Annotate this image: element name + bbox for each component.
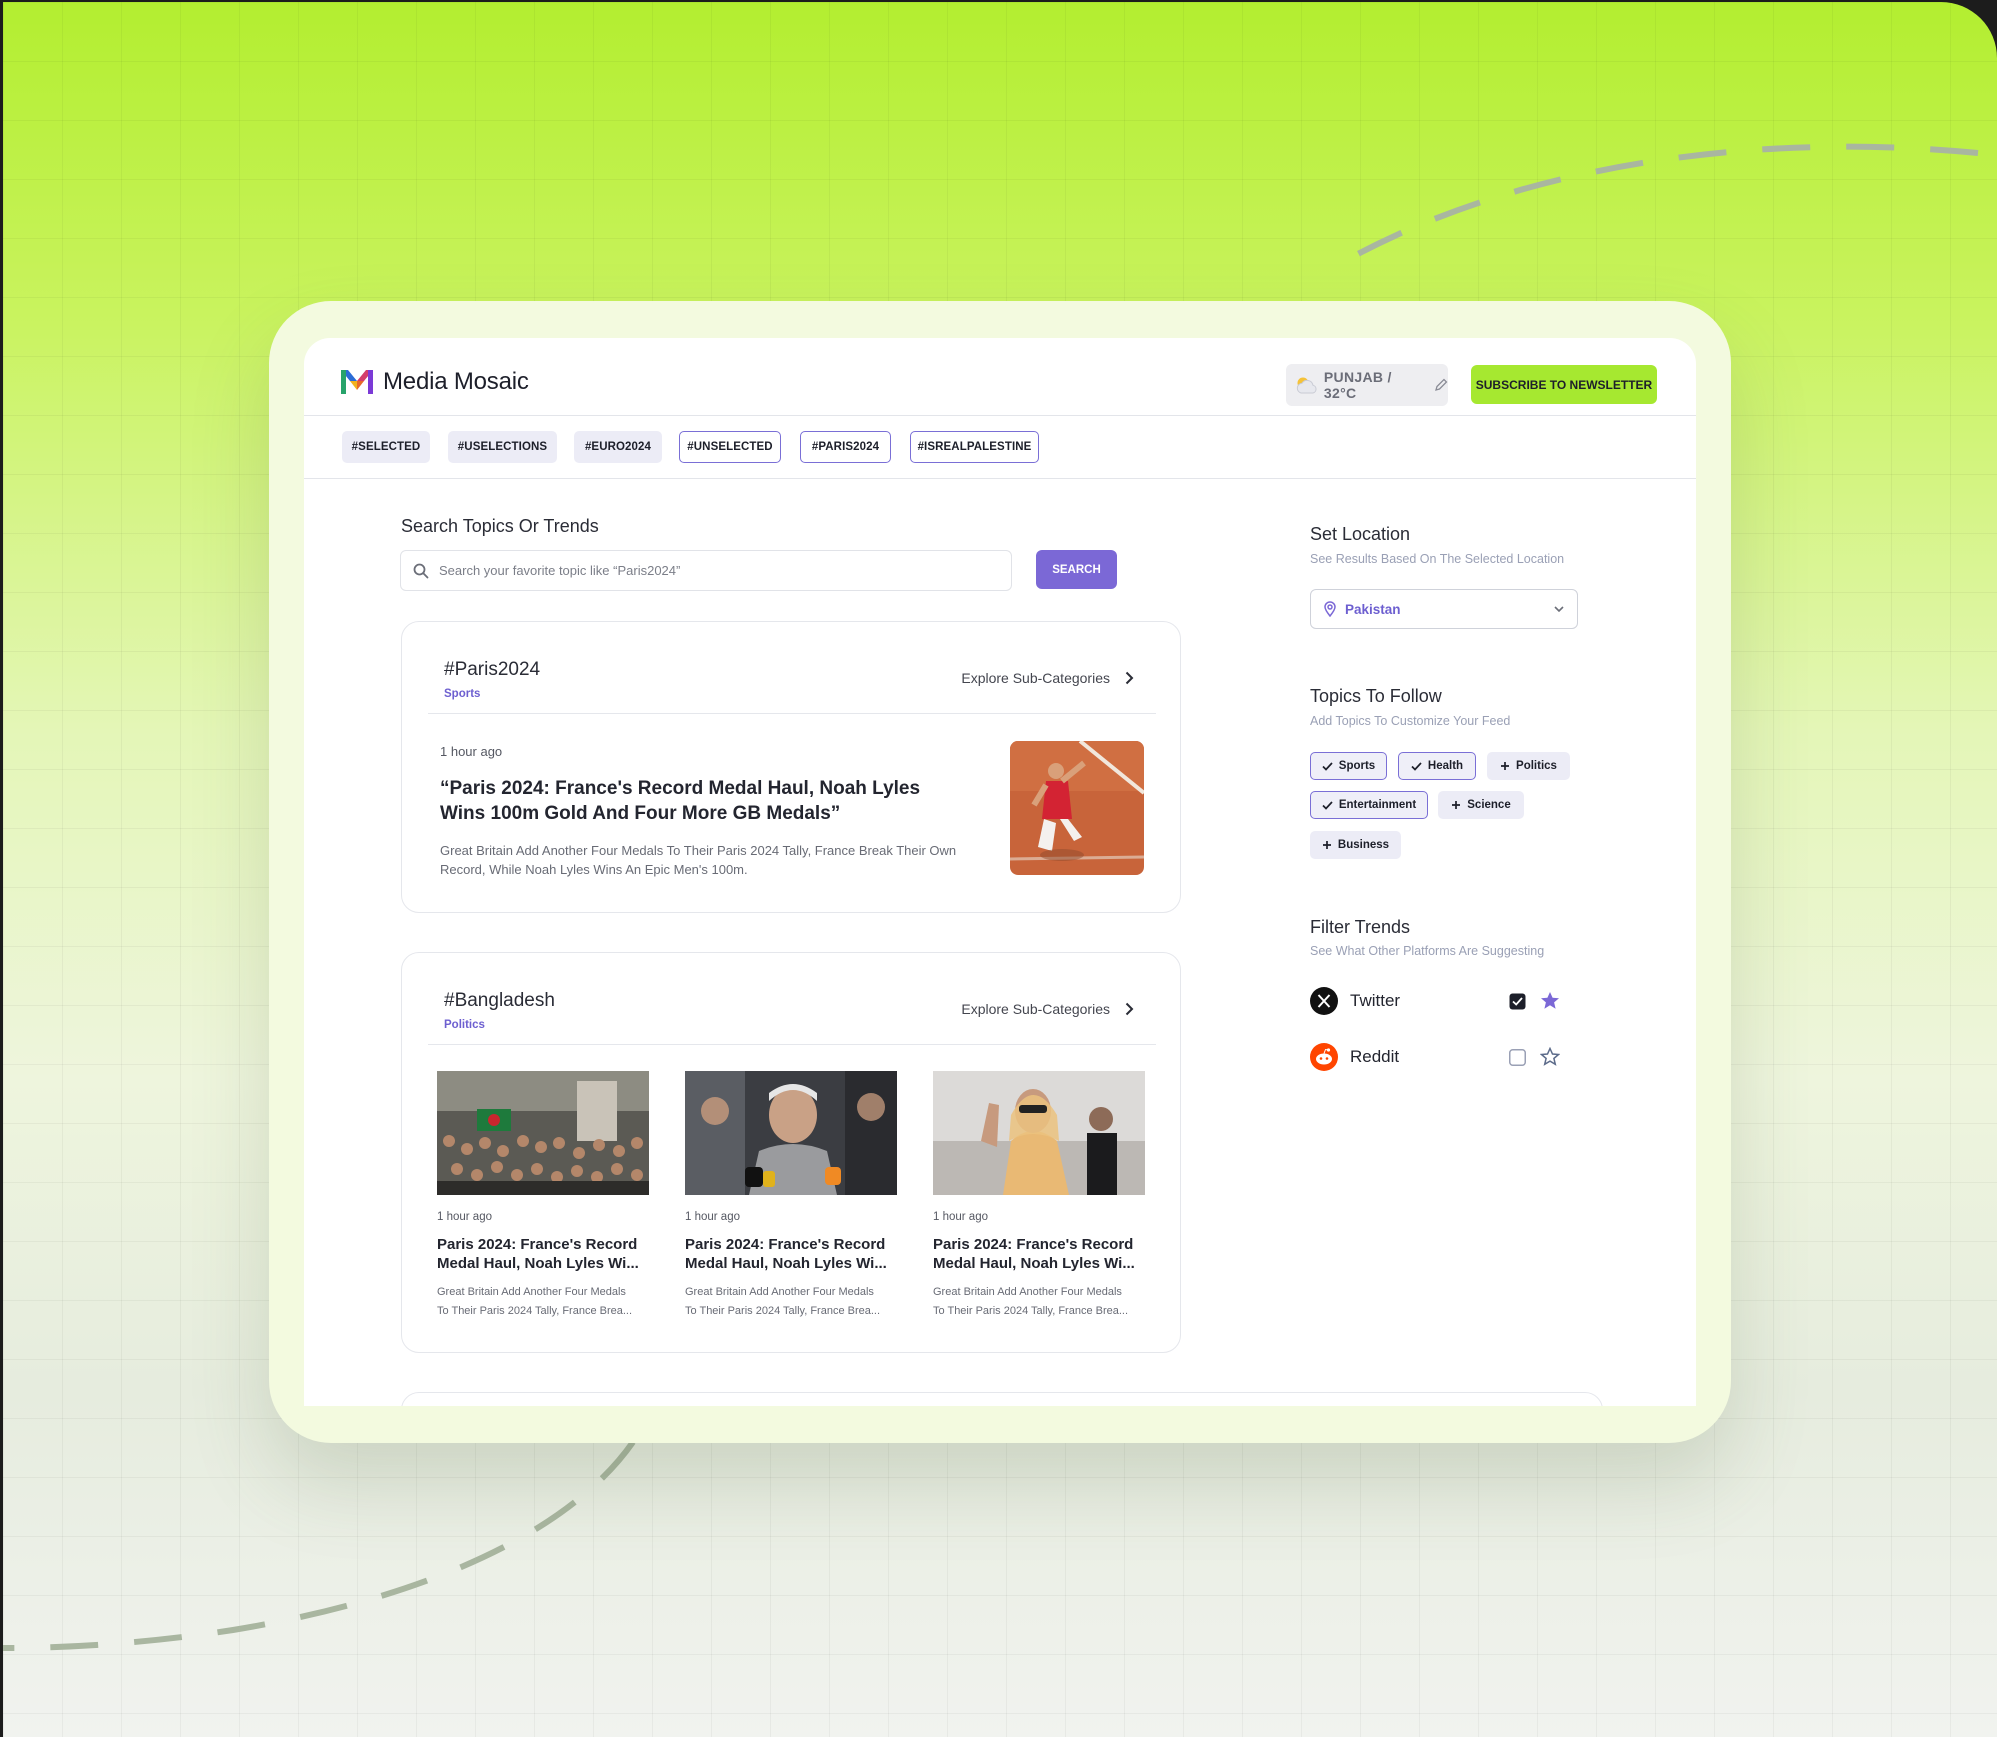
check-icon xyxy=(1322,800,1333,810)
location-subtitle: See Results Based On The Selected Locati… xyxy=(1310,552,1565,566)
plus-icon xyxy=(1501,762,1510,770)
topic-chip-sports[interactable]: Sports xyxy=(1310,752,1387,780)
search-icon xyxy=(413,563,429,578)
topic-label: Business xyxy=(1337,839,1390,851)
story-description: Great Britain Add Another Four Medals To… xyxy=(685,1286,881,1317)
plus-icon xyxy=(1322,841,1331,849)
topic-chip-entertainment[interactable]: Entertainment xyxy=(1310,791,1428,819)
story-time: 1 hour ago xyxy=(437,1211,492,1223)
filter-title: Filter Trends xyxy=(1310,917,1411,937)
story-headline: Paris 2024: France's Record Medal Haul, … xyxy=(437,1236,639,1272)
filter-subtitle: See What Other Platforms Are Suggesting xyxy=(1310,944,1545,958)
tag-unselected[interactable]: #UNSELECTED xyxy=(679,431,781,463)
x-logo-icon xyxy=(1310,987,1338,1015)
feed-card-partial xyxy=(401,1392,1603,1406)
feed-card-bangladesh: #Bangladesh Politics Explore Sub-Categor… xyxy=(401,952,1181,1353)
weather-widget[interactable]: PUNJAB / 32°C xyxy=(1286,364,1448,406)
chevron-down-icon xyxy=(1554,606,1564,613)
story-headline: Paris 2024: France's Record Medal Haul, … xyxy=(685,1236,887,1272)
story-description: Great Britain Add Another Four Medals To… xyxy=(440,843,957,877)
header: Media Mosaic PUNJAB / 32°C SUBSCRIBE TO … xyxy=(304,338,1696,416)
location-pin-icon xyxy=(1324,601,1336,617)
card-header: #Bangladesh Politics Explore Sub-Categor… xyxy=(428,953,1156,1045)
reddit-checkbox[interactable] xyxy=(1509,1049,1526,1066)
platform-twitter: Twitter xyxy=(1310,987,1400,1015)
topic-label: Health xyxy=(1427,760,1464,772)
search-input[interactable] xyxy=(439,563,979,578)
card-title: #Bangladesh xyxy=(444,990,555,1011)
story-time: 1 hour ago xyxy=(685,1211,740,1223)
card-title: #Paris2024 xyxy=(444,659,541,680)
explore-subcategories-link[interactable]: Explore Sub-Categories xyxy=(961,670,1134,686)
chevron-right-icon xyxy=(1125,1002,1134,1016)
media-mosaic-logo xyxy=(341,370,373,394)
feed-card-paris2024: #Paris2024 Sports Explore Sub-Categories… xyxy=(401,621,1181,913)
story-card[interactable]: 1 hour ago Paris 2024: France's Record M… xyxy=(933,1071,1145,1321)
tag-euro2024[interactable]: #EURO2024 xyxy=(574,431,662,463)
check-icon xyxy=(1411,761,1422,771)
story-time: 1 hour ago xyxy=(933,1211,988,1223)
story-description: Great Britain Add Another Four Medals To… xyxy=(933,1286,1129,1317)
explore-label: Explore Sub-Categories xyxy=(961,670,1110,686)
topic-label: Entertainment xyxy=(1338,799,1417,811)
card-category: Sports xyxy=(444,688,481,700)
topic-label: Sports xyxy=(1338,760,1376,772)
platform-name: Reddit xyxy=(1350,1047,1400,1066)
search-button[interactable]: SEARCH xyxy=(1036,550,1117,589)
edit-icon[interactable] xyxy=(1434,378,1448,392)
reddit-logo-icon xyxy=(1310,1043,1338,1071)
topic-label: Science xyxy=(1467,799,1511,811)
card-category: Politics xyxy=(444,1019,485,1031)
story-card[interactable]: 1 hour ago Paris 2024: France's Record M… xyxy=(685,1071,897,1321)
star-filled-icon[interactable] xyxy=(1540,991,1560,1010)
weather-text: PUNJAB / 32°C xyxy=(1323,369,1392,401)
story-headline: Paris 2024: France's Record Medal Haul, … xyxy=(933,1236,1135,1272)
waving-leader-image xyxy=(933,1071,1145,1195)
card-header: #Paris2024 Sports Explore Sub-Categories xyxy=(428,622,1156,714)
plus-icon xyxy=(1452,801,1461,809)
story-card[interactable]: 1 hour ago Paris 2024: France's Record M… xyxy=(437,1071,649,1321)
twitter-checkbox[interactable] xyxy=(1509,993,1526,1010)
check-icon xyxy=(1322,761,1333,771)
tag-uselections[interactable]: #USELECTIONS xyxy=(448,431,557,463)
topic-chip-business[interactable]: Business xyxy=(1310,831,1401,859)
topics-title: Topics To Follow xyxy=(1310,686,1442,706)
subscribe-button[interactable]: SUBSCRIBE TO NEWSLETTER xyxy=(1471,365,1657,404)
brand-name: Media Mosaic xyxy=(383,368,529,395)
topic-chip-health[interactable]: Health xyxy=(1398,752,1476,780)
story-time: 1 hour ago xyxy=(440,744,503,759)
star-outline-icon[interactable] xyxy=(1540,1047,1560,1066)
topic-chip-science[interactable]: Science xyxy=(1438,791,1524,819)
app-screen: Media Mosaic PUNJAB / 32°C SUBSCRIBE TO … xyxy=(304,338,1696,1406)
partly-cloudy-icon xyxy=(1296,377,1317,394)
search-title: Search Topics Or Trends xyxy=(401,516,599,536)
explore-label: Explore Sub-Categories xyxy=(961,1001,1110,1017)
chevron-right-icon xyxy=(1125,671,1134,685)
location-value: Pakistan xyxy=(1345,601,1401,617)
trending-tags-bar: #SELECTED #USELECTIONS #EURO2024 #UNSELE… xyxy=(304,416,1696,479)
platform-name: Twitter xyxy=(1350,991,1401,1010)
tennis-player-image[interactable] xyxy=(1010,741,1144,875)
tag-paris2024[interactable]: #PARIS2024 xyxy=(800,431,891,463)
explore-subcategories-link[interactable]: Explore Sub-Categories xyxy=(961,1001,1134,1017)
story-headline[interactable]: “Paris 2024: France's Record Medal Haul,… xyxy=(440,776,960,826)
search-field xyxy=(400,550,1012,591)
crowd-protest-image xyxy=(437,1071,649,1195)
topics-subtitle: Add Topics To Customize Your Feed xyxy=(1310,714,1511,728)
platform-reddit: Reddit xyxy=(1310,1043,1399,1071)
story-description: Great Britain Add Another Four Medals To… xyxy=(437,1286,633,1317)
topic-chip-politics[interactable]: Politics xyxy=(1487,752,1570,780)
tag-selected[interactable]: #SELECTED xyxy=(342,431,430,463)
location-select[interactable]: Pakistan xyxy=(1310,589,1578,629)
tag-isrealpalestine[interactable]: #ISREALPALESTINE xyxy=(910,431,1039,463)
press-conference-image xyxy=(685,1071,897,1195)
topic-label: Politics xyxy=(1516,760,1557,772)
location-title: Set Location xyxy=(1310,524,1411,544)
